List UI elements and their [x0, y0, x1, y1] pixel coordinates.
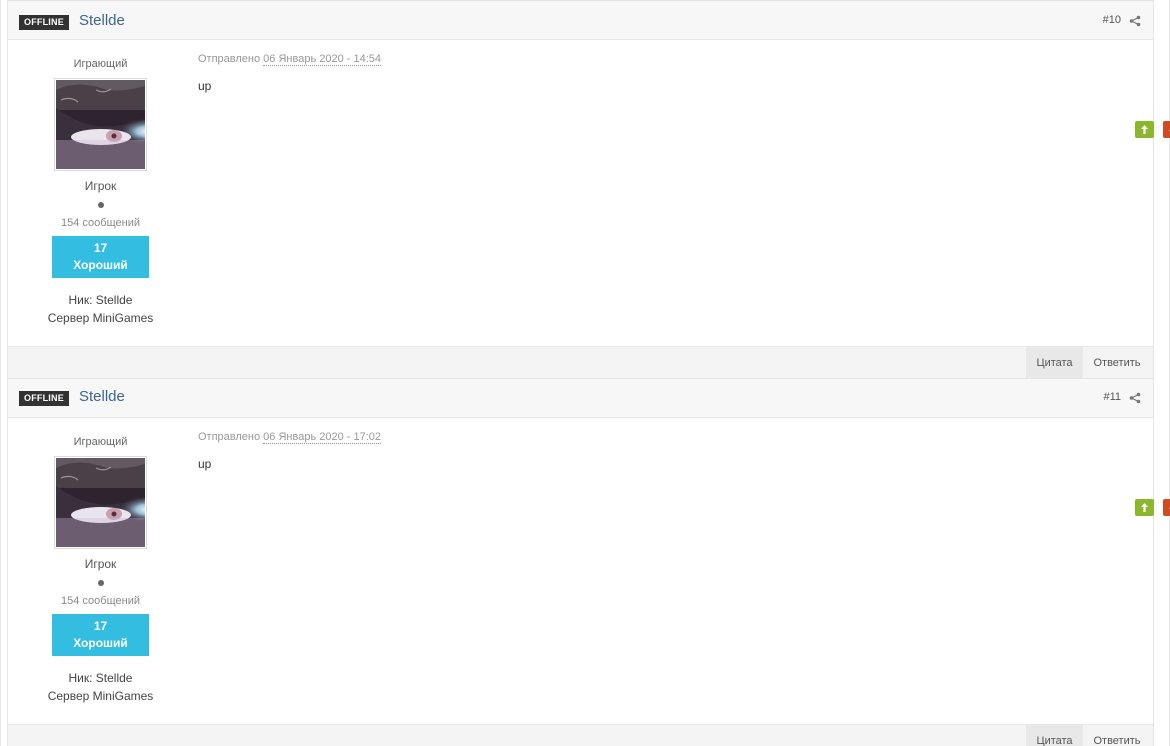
member-group: Игрок [84, 557, 117, 571]
post-content: up [198, 457, 212, 471]
post-count: 154 сообщений [61, 595, 140, 607]
date-prefix: Отправлено [198, 53, 261, 65]
member-title: Играющий [73, 58, 128, 70]
arrow-up-icon [1141, 125, 1148, 134]
avatar[interactable] [54, 78, 147, 171]
topic-page: OFFLINE Stellde #10 Играющий Игрок 154 с… [0, 0, 1170, 746]
date-prefix: Отправлено [198, 431, 261, 443]
rep-down-button[interactable] [1163, 499, 1170, 516]
arrow-down-icon [1169, 508, 1170, 510]
share-icon[interactable] [1129, 391, 1141, 404]
date-link[interactable]: 06 Январь 2020 - 14:54 [263, 53, 381, 66]
post-date: Отправлено 06 Январь 2020 - 17:02 [198, 431, 381, 444]
reputation-label: Хороший [73, 258, 128, 272]
post-header: OFFLINE Stellde #10 [8, 1, 1153, 40]
reply-button[interactable]: Ответить [1085, 725, 1149, 746]
post-number-link[interactable]: #10 [1103, 14, 1121, 26]
post-content: up [198, 79, 212, 93]
arrow-down-icon [1169, 130, 1170, 132]
author-link[interactable]: Stellde [79, 388, 125, 405]
member-group: Игрок [84, 179, 117, 193]
nick-field: Ник: Stellde [68, 293, 133, 307]
status-dot [97, 580, 104, 586]
post-number-link[interactable]: #11 [1103, 391, 1121, 403]
reputation-value: 17 [93, 619, 108, 633]
forum-post: OFFLINE Stellde #10 Играющий Игрок 154 с… [7, 0, 1170, 380]
status-badge: OFFLINE [19, 391, 69, 406]
author-info: Играющий Игрок 154 сообщений 17 Хороший … [8, 41, 193, 325]
quote-button[interactable]: Цитата [1026, 725, 1083, 746]
reputation-badge: 17 Хороший [52, 614, 149, 656]
author-info: Играющий Игрок 154 сообщений 17 Хороший … [8, 419, 193, 703]
date-link[interactable]: 06 Январь 2020 - 17:02 [263, 431, 381, 444]
forum-post: OFFLINE Stellde #11 Играющий Игрок 154 с… [7, 378, 1170, 746]
reputation-badge: 17 Хороший [52, 236, 149, 278]
post-footer: Цитата Ответить [8, 724, 1153, 746]
avatar[interactable] [54, 456, 147, 549]
rep-up-button[interactable] [1135, 499, 1154, 516]
rep-up-button[interactable] [1135, 121, 1154, 138]
post-date: Отправлено 06 Январь 2020 - 14:54 [198, 53, 381, 66]
author-link[interactable]: Stellde [79, 12, 125, 29]
post-footer: Цитата Ответить [8, 346, 1153, 380]
post-header: OFFLINE Stellde #11 [8, 379, 1153, 418]
status-dot [97, 202, 104, 208]
reply-button[interactable]: Ответить [1085, 347, 1149, 380]
member-title: Играющий [73, 436, 128, 448]
arrow-up-icon [1141, 503, 1148, 512]
reputation-value: 17 [93, 241, 108, 255]
status-badge: OFFLINE [19, 15, 69, 30]
server-field: Сервер MiniGames [47, 689, 154, 703]
reputation-label: Хороший [73, 636, 128, 650]
rep-down-button[interactable] [1163, 121, 1170, 138]
post-count: 154 сообщений [61, 217, 140, 229]
nick-field: Ник: Stellde [68, 671, 133, 685]
quote-button[interactable]: Цитата [1026, 347, 1083, 380]
share-icon[interactable] [1129, 14, 1141, 27]
server-field: Сервер MiniGames [47, 311, 154, 325]
